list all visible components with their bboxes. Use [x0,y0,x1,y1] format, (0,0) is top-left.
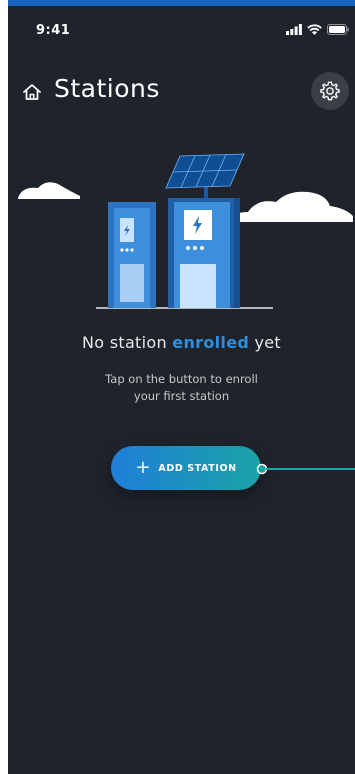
cloud-right [226,191,353,222]
signal-icon [286,24,302,35]
subtitle-line-1: Tap on the button to enroll [105,372,258,386]
home-icon [23,84,41,100]
wifi-icon [307,24,322,35]
empty-title-accent: enrolled [172,333,250,352]
battery-icon [327,24,349,35]
header: Stations [8,72,355,112]
add-station-button[interactable]: + ADD STATION [111,446,261,490]
empty-state-illustration [18,153,353,309]
empty-title-prefix: No station [82,333,173,352]
status-bar: 9:41 [8,16,355,46]
add-station-label: ADD STATION [158,462,237,474]
onboarding-connector-line [256,463,355,475]
status-time: 9:41 [36,23,71,38]
empty-state-title: No station enrolled yet [8,333,355,352]
status-icons [286,24,349,35]
empty-title-suffix: yet [249,333,281,352]
cloud-left [18,182,80,199]
subtitle-line-2: your first station [133,389,230,403]
empty-state-subtitle: Tap on the button to enroll your first s… [68,371,295,405]
page-title: Stations [54,74,160,103]
gear-icon [320,81,340,101]
settings-button[interactable] [311,72,349,110]
app-screen: 9:41 Stations No station enrolled yet Ta… [8,0,355,774]
plus-icon: + [135,457,151,478]
